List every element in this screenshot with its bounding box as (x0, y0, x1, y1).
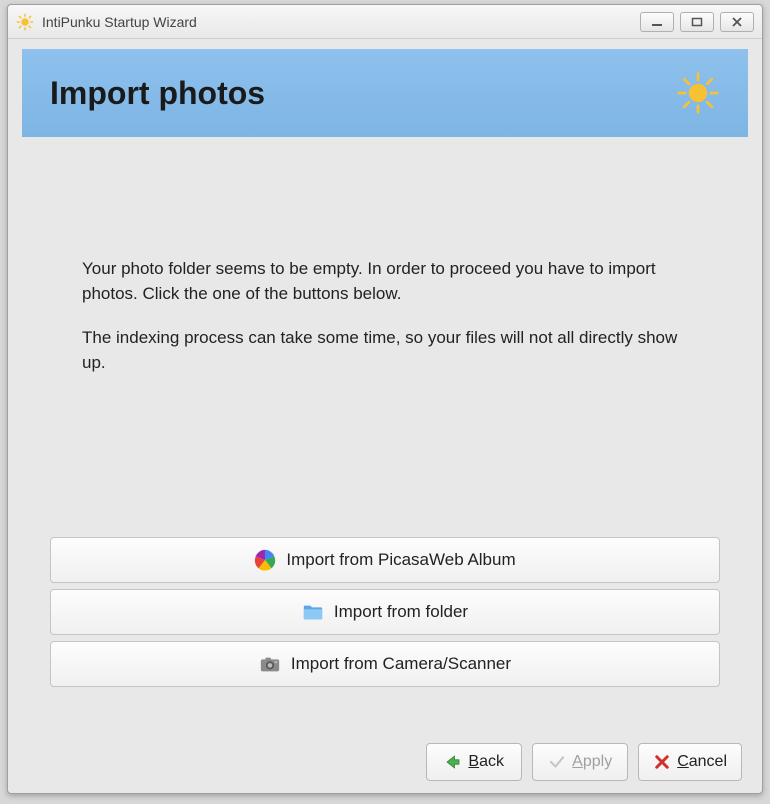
footer-buttons: Back Apply Cancel (8, 731, 762, 793)
import-camera-label: Import from Camera/Scanner (291, 654, 511, 674)
camera-icon (259, 653, 281, 675)
maximize-button[interactable] (680, 12, 714, 32)
import-picasa-button[interactable]: Import from PicasaWeb Album (50, 537, 720, 583)
titlebar: IntiPunku Startup Wizard (8, 5, 762, 39)
instruction-paragraph-2: The indexing process can take some time,… (82, 326, 688, 375)
app-icon (16, 13, 34, 31)
instruction-paragraph-1: Your photo folder seems to be empty. In … (82, 257, 688, 306)
import-picasa-label: Import from PicasaWeb Album (286, 550, 515, 570)
cancel-label: Cancel (677, 753, 727, 771)
apply-button[interactable]: Apply (532, 743, 628, 781)
back-button[interactable]: Back (426, 743, 522, 781)
instruction-text: Your photo folder seems to be empty. In … (42, 137, 728, 416)
import-camera-button[interactable]: Import from Camera/Scanner (50, 641, 720, 687)
window-title: IntiPunku Startup Wizard (42, 14, 640, 30)
page-title: Import photos (50, 75, 265, 112)
wizard-window: IntiPunku Startup Wizard Import photos (7, 4, 763, 794)
close-button[interactable] (720, 12, 754, 32)
back-label: Back (468, 753, 504, 771)
back-arrow-icon (444, 753, 462, 771)
apply-check-icon (548, 753, 566, 771)
window-controls (640, 12, 754, 32)
import-folder-label: Import from folder (334, 602, 468, 622)
cancel-x-icon (653, 753, 671, 771)
import-folder-button[interactable]: Import from folder (50, 589, 720, 635)
cancel-button[interactable]: Cancel (638, 743, 742, 781)
folder-icon (302, 601, 324, 623)
picasa-icon (254, 549, 276, 571)
content-area: Your photo folder seems to be empty. In … (22, 137, 748, 717)
minimize-button[interactable] (640, 12, 674, 32)
header-band: Import photos (22, 49, 748, 137)
apply-label: Apply (572, 753, 612, 771)
sun-icon (676, 71, 720, 115)
import-buttons-group: Import from PicasaWeb Album Import from … (42, 537, 728, 697)
